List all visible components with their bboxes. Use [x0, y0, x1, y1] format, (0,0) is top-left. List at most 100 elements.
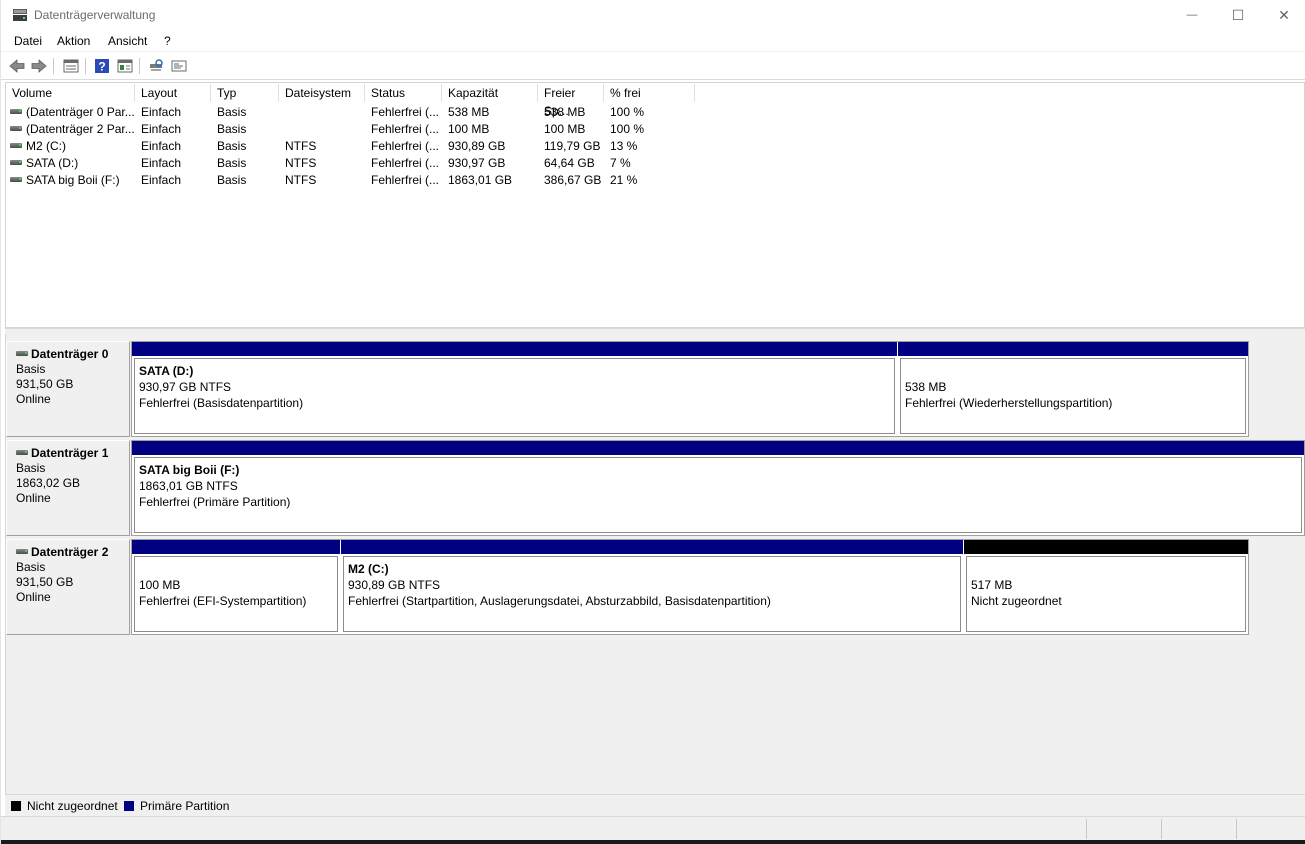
volume-row[interactable]: M2 (C:) Einfach Basis NTFS Fehlerfrei (.… — [6, 138, 1305, 155]
disk-type: Basis — [16, 362, 46, 376]
disk-type: Basis — [16, 461, 46, 475]
forward-button[interactable] — [29, 57, 49, 75]
percent-free-cell: 100 % — [610, 105, 645, 119]
disk-row-2: Datenträger 2 Basis 931,50 GB Online 100… — [6, 539, 1305, 635]
legend-label-unallocated: Nicht zugeordnet — [27, 799, 118, 813]
volume-name-cell: (Datenträger 0 Par... — [10, 104, 135, 121]
status-cell: Fehlerfrei (... — [371, 173, 440, 187]
partition-size: 930,89 GB NTFS — [348, 578, 441, 592]
partition-size: 538 MB — [905, 380, 947, 394]
free-space-cell: 100 MB — [544, 122, 586, 136]
disk-row-0: Datenträger 0 Basis 931,50 GB Online SAT… — [6, 341, 1305, 437]
properties-icon — [117, 59, 133, 73]
disk-name: Datenträger 0 — [16, 347, 129, 362]
partition-sata-d[interactable]: SATA (D:) 930,97 GB NTFS Fehlerfrei (Bas… — [132, 342, 897, 436]
window-title: Datenträgerverwaltung — [34, 8, 156, 22]
layout-cell: Einfach — [141, 156, 182, 170]
disk-name: Datenträger 2 — [16, 545, 129, 560]
partition-status: Fehlerfrei (Wiederherstellungspartition) — [905, 396, 1113, 410]
type-cell: Basis — [217, 156, 247, 170]
partition-body: 517 MB Nicht zugeordnet — [966, 556, 1246, 632]
status-cell: Fehlerfrei (... — [371, 105, 440, 119]
status-separator — [1236, 819, 1237, 839]
disk-label-2[interactable]: Datenträger 2 Basis 931,50 GB Online — [6, 539, 130, 635]
back-icon — [9, 59, 25, 73]
disk-row-1: Datenträger 1 Basis 1863,02 GB Online SA… — [6, 440, 1305, 536]
menu-view[interactable]: Ansicht — [108, 34, 147, 48]
back-button[interactable] — [7, 57, 27, 75]
disk-icon — [16, 549, 28, 555]
capacity-cell: 1863,01 GB — [448, 173, 513, 187]
volume-row[interactable]: (Datenträger 2 Par... Einfach Basis Fehl… — [6, 121, 1305, 138]
column-header-percent-free[interactable]: % frei — [604, 84, 695, 102]
minimize-icon: — — [1186, 9, 1198, 21]
partition-title: M2 (C:) — [348, 562, 389, 576]
volume-list-header: Volume Layout Typ Dateisystem Status Kap… — [6, 84, 1305, 118]
volume-row[interactable]: (Datenträger 0 Par... Einfach Basis Fehl… — [6, 104, 1305, 121]
volume-list[interactable]: Volume Layout Typ Dateisystem Status Kap… — [5, 82, 1305, 328]
disk-state: Online — [16, 590, 51, 604]
layout-cell: Einfach — [141, 139, 182, 153]
column-header-capacity[interactable]: Kapazität — [442, 84, 538, 102]
column-header-filesystem[interactable]: Dateisystem — [279, 84, 365, 102]
type-cell: Basis — [217, 139, 247, 153]
percent-free-cell: 7 % — [610, 156, 631, 170]
disk-label-1[interactable]: Datenträger 1 Basis 1863,02 GB Online — [6, 440, 130, 536]
partition-body: SATA (D:) 930,97 GB NTFS Fehlerfrei (Bas… — [134, 358, 895, 434]
maximize-button[interactable]: ☐ — [1215, 0, 1261, 30]
rescan-button[interactable] — [146, 57, 166, 75]
partition-bar — [964, 540, 1248, 554]
disk-type: Basis — [16, 560, 46, 574]
legend-label-primary: Primäre Partition — [140, 799, 230, 813]
free-space-cell: 119,79 GB — [544, 139, 601, 153]
partition-bar — [132, 441, 1304, 455]
menu-file[interactable]: Datei — [14, 34, 42, 48]
disk-management-window: Datenträgerverwaltung — ☐ ✕ Datei Aktion… — [0, 0, 1305, 844]
close-button[interactable]: ✕ — [1261, 0, 1305, 30]
layout-cell: Einfach — [141, 105, 182, 119]
free-space-cell: 386,67 GB — [544, 173, 602, 187]
volume-row[interactable]: SATA (D:) Einfach Basis NTFS Fehlerfrei … — [6, 155, 1305, 172]
status-cell: Fehlerfrei (... — [371, 122, 440, 136]
disk-name: Datenträger 1 — [16, 446, 129, 461]
volume-name-cell: SATA (D:) — [10, 155, 135, 172]
menu-help[interactable]: ? — [164, 34, 171, 48]
menu-action[interactable]: Aktion — [57, 34, 90, 48]
partition-unallocated[interactable]: 517 MB Nicht zugeordnet — [964, 540, 1248, 634]
volume-row[interactable]: SATA big Boii (F:) Einfach Basis NTFS Fe… — [6, 172, 1305, 189]
layout-cell: Einfach — [141, 122, 182, 136]
type-cell: Basis — [217, 122, 247, 136]
taskbar-edge — [1, 840, 1305, 844]
volume-icon — [10, 160, 22, 166]
disk-icon — [16, 351, 28, 357]
partition-m2-c[interactable]: M2 (C:) 930,89 GB NTFS Fehlerfrei (Start… — [341, 540, 963, 634]
column-header-type[interactable]: Typ — [211, 84, 279, 102]
toolbar-separator — [85, 58, 86, 74]
properties-button[interactable] — [115, 57, 135, 75]
partition-recovery[interactable]: 538 MB Fehlerfrei (Wiederherstellungspar… — [898, 342, 1248, 436]
minimize-button[interactable]: — — [1169, 0, 1215, 30]
toolbar-separator — [139, 58, 140, 74]
column-header-free-space[interactable]: Freier Sp... — [538, 84, 604, 118]
filesystem-cell: NTFS — [285, 139, 317, 153]
column-header-layout[interactable]: Layout — [135, 84, 211, 102]
help-button[interactable]: ? — [92, 57, 112, 75]
disk-label-0[interactable]: Datenträger 0 Basis 931,50 GB Online — [6, 341, 130, 437]
type-cell: Basis — [217, 173, 247, 187]
free-space-cell: 64,64 GB — [544, 156, 595, 170]
partition-title: SATA (D:) — [139, 364, 194, 378]
partition-efi[interactable]: 100 MB Fehlerfrei (EFI-Systempartition) — [132, 540, 340, 634]
disk-list-button[interactable] — [61, 57, 81, 75]
partition-status: Fehlerfrei (Primäre Partition) — [139, 495, 291, 509]
column-header-status[interactable]: Status — [365, 84, 442, 102]
disk-icon — [16, 450, 28, 456]
partition-status: Fehlerfrei (EFI-Systempartition) — [139, 594, 307, 608]
disk-size: 931,50 GB — [16, 377, 74, 391]
settings-button[interactable] — [169, 57, 189, 75]
percent-free-cell: 100 % — [610, 122, 645, 136]
partition-sata-big-boii-f[interactable]: SATA big Boii (F:) 1863,01 GB NTFS Fehle… — [132, 441, 1304, 535]
disk-partition-area: SATA big Boii (F:) 1863,01 GB NTFS Fehle… — [131, 440, 1305, 536]
partition-size: 930,97 GB NTFS — [139, 380, 232, 394]
column-header-volume[interactable]: Volume — [6, 84, 135, 102]
type-cell: Basis — [217, 105, 247, 119]
